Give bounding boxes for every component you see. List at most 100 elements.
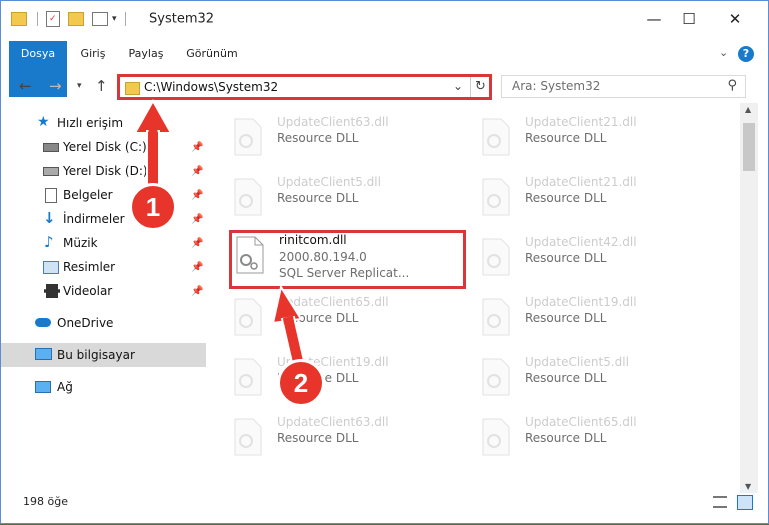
tab-home[interactable]: Giriş [73, 41, 113, 67]
file-description: Resource DLL [277, 191, 359, 205]
sidebar-item-onedrive[interactable]: OneDrive [1, 311, 206, 335]
list-item[interactable]: UpdateClient19.dll Resource DLL [211, 349, 441, 405]
back-arrow-icon[interactable]: ← [19, 77, 32, 95]
file-name: UpdateClient42.dll [525, 235, 637, 249]
folder-icon [125, 82, 140, 95]
dll-file-icon [482, 178, 510, 216]
pin-icon[interactable]: 📌 [191, 142, 203, 153]
highlight-box [229, 230, 466, 289]
folder-icon[interactable] [11, 12, 27, 26]
maximize-button[interactable]: ☐ [666, 1, 712, 37]
separator [470, 77, 471, 97]
pin-icon[interactable]: 📌 [191, 166, 203, 177]
dll-file-icon [482, 358, 510, 396]
file-description: Resource DLL [525, 431, 607, 445]
address-dropdown-icon[interactable]: ⌄ [453, 79, 463, 93]
recent-locations-icon[interactable]: ▾ [77, 81, 82, 91]
help-icon[interactable]: ? [738, 46, 754, 62]
search-icon: ⚲ [727, 78, 737, 93]
tab-view[interactable]: Görünüm [181, 41, 243, 67]
forward-arrow-icon[interactable]: → [49, 77, 62, 95]
list-item[interactable]: UpdateClient63.dll Resource DLL [211, 109, 441, 165]
sidebar-item-label: Yerel Disk (D:) [63, 164, 148, 178]
drive-icon [43, 167, 59, 176]
drive-icon [43, 143, 59, 152]
new-folder-icon[interactable] [68, 12, 84, 26]
dll-file-icon [234, 178, 262, 216]
downloads-icon: ↓ [43, 209, 56, 227]
sidebar-item-drive-c[interactable]: Yerel Disk (C:) 📌 [1, 135, 206, 159]
sidebar-item-label: Belgeler [63, 188, 113, 202]
details-view-icon[interactable] [713, 496, 727, 508]
close-button[interactable]: ✕ [712, 1, 758, 37]
file-description: Resource DLL [277, 311, 359, 325]
file-name: UpdateClient63.dll [277, 115, 389, 129]
sidebar-item-pictures[interactable]: Resimler 📌 [1, 255, 206, 279]
pin-icon[interactable]: 📌 [191, 286, 203, 297]
sidebar-item-label: OneDrive [57, 316, 114, 330]
list-item[interactable]: UpdateClient63.dll Resource DLL [211, 409, 441, 461]
sidebar-item-this-pc[interactable]: Bu bilgisayar [1, 343, 206, 367]
sidebar-item-drive-d[interactable]: Yerel Disk (D:) 📌 [1, 159, 206, 183]
dll-file-icon [482, 418, 510, 456]
tiles-view-icon[interactable] [737, 495, 753, 510]
list-item[interactable]: UpdateClient21.dll Resource DLL [459, 109, 689, 165]
list-item[interactable]: UpdateClient5.dll Resource DLL [211, 169, 441, 225]
list-item[interactable]: UpdateClient5.dll Resource DLL [459, 349, 689, 405]
quick-access-toolbar: ✓ ▾ [11, 10, 126, 28]
file-name: UpdateClient21.dll [525, 115, 637, 129]
list-item[interactable]: UpdateClient65.dll Resource DLL [211, 289, 441, 345]
properties-icon[interactable]: ✓ [46, 11, 60, 27]
list-item[interactable]: UpdateClient19.dll Resource DLL [459, 289, 689, 345]
dll-file-icon [234, 418, 262, 456]
title-bar: ✓ ▾ System32 — ☐ ✕ [1, 1, 768, 37]
address-bar[interactable]: C:\Windows\System32 ⌄ ↻ [117, 74, 492, 100]
file-name: UpdateClient19.dll [525, 295, 637, 309]
vertical-scrollbar[interactable]: ▲ ▼ [740, 103, 758, 493]
sidebar-item-music[interactable]: ♪ Müzik 📌 [1, 231, 206, 255]
cloud-icon [35, 318, 51, 327]
sidebar-item-label: Videolar [63, 284, 113, 298]
separator [37, 12, 38, 26]
pictures-icon [43, 261, 59, 274]
sidebar-item-network[interactable]: Ağ [1, 375, 206, 399]
tab-share[interactable]: Paylaş [123, 41, 169, 67]
pin-icon[interactable]: 📌 [191, 238, 203, 249]
refresh-icon[interactable]: ↻ [475, 79, 486, 94]
search-input[interactable]: Ara: System32 ⚲ [501, 75, 746, 98]
chevron-down-icon[interactable]: ▾ [112, 14, 117, 24]
customize-icon[interactable] [92, 12, 108, 26]
sidebar-item-quick-access[interactable]: ★ Hızlı erişim [1, 111, 206, 135]
navigation-pane: ★ Hızlı erişim Yerel Disk (C:) 📌 Yerel D… [1, 109, 206, 459]
pin-icon[interactable]: 📌 [191, 214, 203, 225]
file-description: Resource DLL [525, 131, 607, 145]
dll-file-icon [234, 298, 262, 336]
sidebar-item-label: Yerel Disk (C:) [63, 140, 147, 154]
dll-file-icon [482, 298, 510, 336]
separator [124, 12, 126, 26]
scroll-up-icon[interactable]: ▲ [745, 105, 751, 114]
step-1-badge: 1 [129, 183, 177, 231]
scrollbar-thumb[interactable] [743, 123, 755, 171]
dll-file-icon [482, 118, 510, 156]
sidebar-item-label: İndirmeler [63, 212, 125, 226]
sidebar-item-label: Hızlı erişim [57, 116, 124, 130]
sidebar-item-videos[interactable]: Videolar 📌 [1, 279, 206, 303]
pin-icon[interactable]: 📌 [191, 262, 203, 273]
scroll-down-icon[interactable]: ▼ [745, 482, 751, 491]
list-item[interactable]: UpdateClient42.dll Resource DLL [459, 229, 689, 285]
expand-ribbon-icon[interactable]: ⌄ [719, 46, 728, 59]
file-description: Resource DLL [277, 131, 359, 145]
item-count: 198 öğe [23, 495, 68, 508]
ribbon-tabs: Dosya Giriş Paylaş Görünüm ⌄ ? [1, 41, 768, 97]
list-item[interactable]: UpdateClient65.dll Resource DLL [459, 409, 689, 461]
file-description: Resource DLL [525, 251, 607, 265]
step-2-badge: 2 [277, 359, 325, 407]
window-title: System32 [149, 11, 215, 27]
network-icon [35, 381, 51, 393]
up-arrow-icon[interactable]: ↑ [95, 77, 108, 95]
dll-file-icon [482, 238, 510, 276]
pin-icon[interactable]: 📌 [191, 190, 203, 201]
list-item[interactable]: UpdateClient21.dll Resource DLL [459, 169, 689, 225]
sidebar-item-label: Müzik [63, 236, 98, 250]
